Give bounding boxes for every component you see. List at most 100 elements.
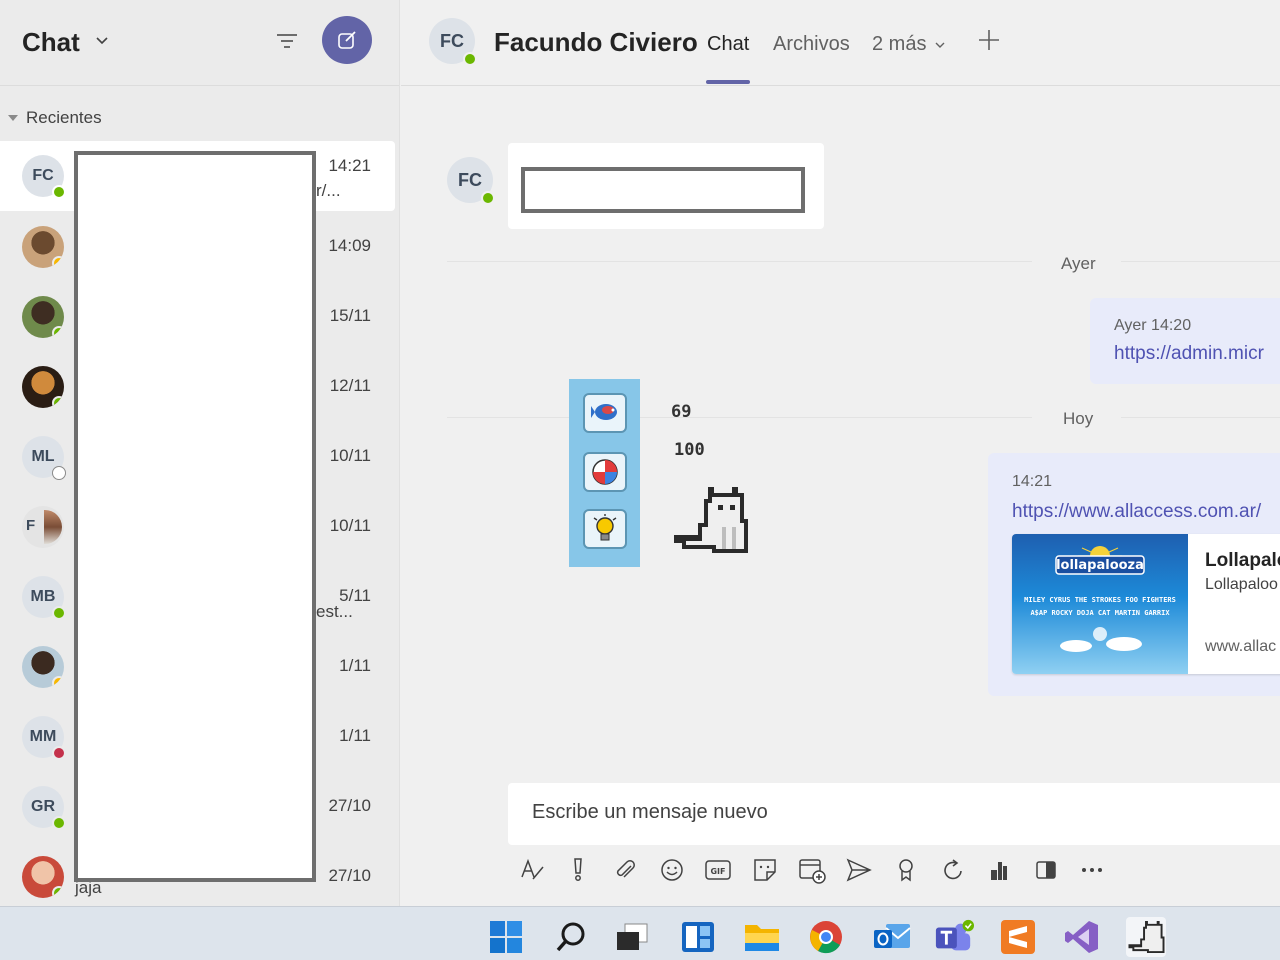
add-tab-icon[interactable] [977, 28, 1001, 52]
panel-icon [1036, 861, 1056, 879]
widgets-icon[interactable] [678, 917, 718, 957]
chat-time: 1/11 [339, 656, 371, 675]
compose-icon [338, 31, 356, 49]
search-icon[interactable] [551, 917, 591, 957]
status-available-icon [52, 326, 64, 338]
outlook-icon[interactable] [872, 917, 912, 957]
filter-icon [277, 34, 297, 48]
link-preview-title: Lollapalo [1205, 550, 1280, 571]
important-button[interactable] [562, 853, 594, 887]
avatar[interactable]: FC [429, 18, 477, 66]
link-preview-card[interactable]: lollapalooza MILEY CYRUS THE STROKES FOO… [1012, 534, 1280, 674]
chrome-icon[interactable] [806, 917, 846, 957]
group-photo [44, 510, 62, 544]
date-divider-line [447, 261, 1032, 262]
avatar [22, 366, 64, 408]
loop-button[interactable] [937, 853, 969, 887]
avatar: F [22, 506, 64, 548]
conversation-area: FC Ayer Ayer 14:20 https://admin.micr Ho… [401, 87, 1280, 906]
chat-time: 12/11 [329, 376, 371, 395]
message-bubble-own[interactable]: Ayer 14:20 https://admin.micr [1090, 298, 1280, 384]
lightbulb-icon[interactable] [583, 509, 627, 549]
tab-chat[interactable]: Chat [707, 33, 749, 56]
avatar-initials: F [26, 517, 36, 534]
beach-ball-icon[interactable] [583, 452, 627, 492]
message-bubble[interactable] [508, 143, 824, 229]
collapse-triangle-icon [8, 115, 18, 121]
format-button[interactable] [516, 853, 548, 887]
status-available-icon [463, 52, 477, 66]
avatar-initials: MB [30, 588, 56, 605]
chat-time: 27/10 [328, 866, 371, 885]
conversation-title: Facundo Civiero [494, 27, 698, 57]
redacted-area [74, 151, 316, 882]
message-compose-box[interactable] [508, 783, 1280, 845]
attach-button[interactable] [609, 853, 641, 887]
fish-icon[interactable] [583, 393, 627, 433]
tab-files[interactable]: Archivos [773, 33, 850, 56]
gif-button[interactable]: GIF [702, 853, 734, 887]
praise-button[interactable] [890, 853, 922, 887]
status-busy-icon [52, 746, 66, 760]
chat-time: 1/11 [339, 726, 371, 745]
avatar-initials: FC [32, 167, 54, 184]
stream-button[interactable] [843, 853, 875, 887]
lineup-line-1: MILEY CYRUS THE STROKES FOO FIGHTERS [1024, 596, 1176, 604]
status-away-icon [52, 676, 64, 688]
conversation-header: FC Facundo Civiero Chat Archivos 2 más [401, 0, 1280, 86]
tab-more[interactable]: 2 más [872, 33, 946, 56]
windows-start-icon[interactable] [486, 917, 526, 957]
date-divider-today: Hoy [1063, 409, 1094, 428]
link-preview-url: www.allac [1205, 638, 1277, 655]
avatar-initials: FC [458, 169, 482, 190]
avatar [22, 646, 64, 688]
gif-icon: GIF [705, 860, 731, 880]
date-divider-line [1121, 261, 1280, 262]
file-explorer-icon[interactable] [742, 917, 782, 957]
message-bubble-own[interactable]: 14:21 https://www.allaccess.com.ar/ loll… [988, 453, 1280, 696]
paperclip-icon [616, 860, 635, 878]
avatar: MM [22, 716, 66, 760]
avatar [22, 226, 64, 268]
status-offline-icon [52, 466, 66, 480]
hand-icon [991, 862, 1007, 880]
whiteboard-button[interactable] [1030, 853, 1062, 887]
active-tab-indicator [706, 80, 750, 84]
chat-time: 14:09 [328, 236, 371, 255]
new-chat-button[interactable] [322, 16, 372, 64]
visual-studio-icon[interactable] [1062, 917, 1102, 957]
chat-list-title[interactable]: Chat [22, 27, 80, 58]
pixel-cat-icon[interactable] [672, 483, 748, 557]
game-inventory-bar [569, 379, 640, 567]
link-preview-subtitle: Lollapaloo [1205, 576, 1278, 593]
teams-icon[interactable] [934, 917, 974, 957]
status-available-icon [52, 185, 66, 199]
send-arrow-icon [846, 858, 872, 882]
recent-section-header[interactable]: Recientes [8, 108, 102, 128]
app-button[interactable] [983, 853, 1015, 887]
taskbar [0, 906, 1280, 960]
message-link[interactable]: https://admin.micr [1114, 343, 1264, 365]
chat-list-header: Chat [0, 0, 399, 86]
pixel-cat-app-icon[interactable] [1126, 917, 1166, 957]
sticker-button[interactable] [749, 853, 781, 887]
avatar [22, 296, 64, 338]
status-away-icon [52, 256, 64, 268]
date-divider-line [1121, 417, 1280, 418]
task-view-icon[interactable] [612, 917, 652, 957]
avatar[interactable]: FC [447, 157, 495, 205]
schedule-meeting-button[interactable] [796, 853, 828, 887]
chevron-down-icon[interactable] [94, 32, 110, 48]
filter-button[interactable] [272, 26, 302, 56]
message-link[interactable]: https://www.allaccess.com.ar/ [1012, 501, 1261, 523]
format-icon [521, 858, 544, 880]
chat-time: 15/11 [329, 306, 371, 325]
message-timestamp: 14:21 [1012, 473, 1053, 490]
game-counter-1: 69 [671, 402, 692, 422]
sublime-icon[interactable] [998, 917, 1038, 957]
more-options-button[interactable] [1076, 853, 1108, 887]
status-available-icon [52, 816, 66, 830]
avatar-initials: MM [29, 728, 57, 745]
emoji-button[interactable] [656, 853, 688, 887]
message-input[interactable] [532, 801, 1232, 824]
